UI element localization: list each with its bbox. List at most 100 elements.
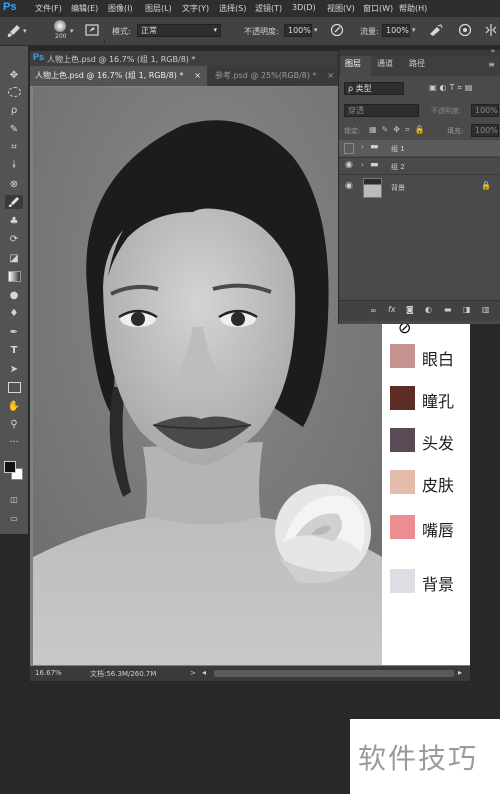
tab-layers[interactable]: 图层 — [345, 58, 361, 69]
screen-mode-icon[interactable]: ▭ — [5, 511, 23, 525]
folder-icon[interactable]: ▬ — [444, 305, 452, 314]
menu-3d[interactable]: 3D(D) — [292, 3, 316, 12]
brush-tool-icon[interactable] — [6, 23, 22, 39]
opacity-dropdown-arrow[interactable]: ▾ — [314, 26, 318, 34]
close-icon[interactable]: × — [194, 66, 201, 86]
swatch-background[interactable] — [390, 569, 415, 593]
panel-menu-icon[interactable]: ≡ — [488, 60, 495, 69]
swatch-hair[interactable] — [390, 428, 415, 452]
opacity-field[interactable]: 100% — [284, 24, 312, 37]
collapse-icon[interactable]: » — [491, 47, 495, 55]
menu-view[interactable]: 视图(V) — [327, 3, 355, 14]
clone-stamp-tool-icon[interactable]: ♣ — [5, 214, 23, 228]
airbrush-icon[interactable] — [428, 23, 444, 37]
crop-tool-icon[interactable]: ⌗ — [5, 140, 23, 154]
foreground-color-swatch[interactable] — [4, 461, 16, 473]
tab-active-document[interactable]: 人物上色.psd @ 16.7% (组 1, RGB/8) * × — [30, 66, 207, 86]
quick-mask-icon[interactable]: ◫ — [5, 492, 23, 506]
adjustment-icon[interactable]: ◐ — [425, 305, 432, 314]
rectangle-tool-icon[interactable] — [5, 380, 23, 394]
swatch-skin[interactable] — [390, 470, 415, 494]
quick-select-tool-icon[interactable]: ✎ — [5, 122, 23, 136]
menu-file[interactable]: 文件(F) — [35, 3, 62, 14]
swatch-pupil[interactable] — [390, 386, 415, 410]
new-layer-icon[interactable]: ◨ — [463, 305, 471, 314]
fx-icon[interactable]: fx — [388, 305, 396, 314]
mode-select[interactable]: 正常 ▾ — [137, 24, 221, 37]
flow-field[interactable]: 100% — [382, 24, 410, 37]
layer-name: 组 1 — [391, 145, 405, 153]
layers-footer: ∞ fx ◙ ◐ ▬ ◨ ▥ — [339, 300, 500, 321]
tab-reference-document[interactable]: 参考.psd @ 25%(RGB/8) * × — [210, 66, 338, 86]
menu-select[interactable]: 选择(S) — [219, 3, 246, 14]
lasso-tool-icon[interactable]: ρ — [5, 103, 23, 117]
scroll-left-icon[interactable]: ◂ — [202, 668, 206, 677]
visibility-toggle-off[interactable] — [344, 143, 354, 154]
swatch-label: 瞳孔 — [422, 392, 455, 411]
pressure-size-icon[interactable] — [458, 23, 472, 37]
swatch-eye-white[interactable] — [390, 344, 415, 368]
tab-channels[interactable]: 通道 — [377, 58, 393, 69]
symmetry-icon[interactable] — [484, 23, 498, 37]
layer-name: 组 2 — [391, 163, 405, 171]
tab-paths[interactable]: 路径 — [409, 58, 425, 69]
brush-dropdown-arrow[interactable]: ▾ — [70, 27, 74, 35]
move-tool-icon[interactable]: ✥ — [5, 68, 23, 82]
close-icon[interactable]: × — [327, 66, 334, 86]
swatch-lips[interactable] — [390, 515, 415, 539]
link-icon[interactable]: ∞ — [370, 306, 377, 315]
horizontal-scrollbar[interactable] — [214, 670, 454, 677]
zoom-tool-icon[interactable]: ⚲ — [5, 417, 23, 431]
pen-tool-icon[interactable]: ✒ — [5, 325, 23, 339]
layer-row-group-2[interactable]: ◉ › ▬ 组 2 — [339, 157, 500, 174]
pressure-opacity-icon[interactable] — [330, 23, 344, 37]
layer-filter-select[interactable]: ρ 类型 — [344, 82, 404, 95]
menu-edit[interactable]: 编辑(E) — [71, 3, 98, 14]
expand-arrow-icon[interactable]: › — [361, 143, 364, 151]
eye-icon[interactable]: ◉ — [345, 181, 353, 191]
gradient-tool-icon[interactable] — [5, 269, 23, 283]
blend-mode-value: 穿透 — [348, 106, 364, 115]
brush-tool-icon-active[interactable] — [5, 195, 23, 209]
blend-mode-select[interactable]: 穿透 — [344, 104, 419, 117]
eraser-tool-icon[interactable]: ◪ — [5, 251, 23, 265]
eyedropper-tool-icon[interactable]: ɨ — [5, 158, 23, 172]
expand-arrow-icon[interactable]: › — [361, 161, 364, 169]
mask-icon[interactable]: ◙ — [406, 305, 414, 314]
layer-row-background[interactable]: ◉ 背景 🔒 — [339, 174, 500, 199]
scroll-right-icon[interactable]: ▸ — [458, 668, 462, 677]
layer-opacity-field[interactable]: 100% — [471, 104, 499, 117]
menu-type[interactable]: 文字(Y) — [182, 3, 209, 14]
menu-filter[interactable]: 滤镜(T) — [255, 3, 282, 14]
document-size: 文档:56.3M/260.7M — [90, 670, 157, 678]
menu-help[interactable]: 帮助(H) — [399, 3, 427, 14]
zoom-level[interactable]: 16.67% — [35, 669, 62, 677]
menu-window[interactable]: 窗口(W) — [363, 3, 393, 14]
layers-panel: » 图层 通道 路径 ≡ ρ 类型 ▣◐T⌗▤ 穿透 不透明度: 100% 锁定… — [338, 47, 500, 324]
layer-row-group-1[interactable]: › ▬ 组 1 — [339, 140, 500, 156]
flow-dropdown-arrow[interactable]: ▾ — [412, 26, 416, 34]
history-brush-tool-icon[interactable]: ⟳ — [5, 232, 23, 246]
brush-preview-icon[interactable] — [54, 20, 66, 32]
portrait-photo[interactable] — [33, 87, 382, 665]
fill-field[interactable]: 100% — [471, 124, 499, 137]
filter-value: ρ 类型 — [348, 84, 372, 93]
lock-icons[interactable]: ▦✎✥⌗🔒 — [369, 125, 429, 135]
menu-image[interactable]: 图像(I) — [108, 3, 133, 14]
path-selection-tool-icon[interactable]: ➤ — [5, 362, 23, 376]
status-menu-arrow[interactable]: > — [190, 669, 196, 677]
trash-icon[interactable]: ▥ — [482, 305, 490, 314]
dodge-tool-icon[interactable]: ♦ — [5, 306, 23, 320]
marquee-tool-icon[interactable] — [5, 85, 23, 99]
filter-icons[interactable]: ▣◐T⌗▤ — [429, 83, 476, 93]
hand-tool-icon[interactable]: ✋ — [5, 399, 23, 413]
preset-dropdown-arrow[interactable]: ▾ — [23, 27, 27, 35]
menu-layer[interactable]: 图层(L) — [145, 3, 172, 14]
type-tool-icon[interactable]: T — [5, 343, 23, 357]
chevron-down-icon: ▾ — [213, 26, 217, 34]
more-tools-icon[interactable]: ··· — [5, 435, 23, 449]
brush-panel-icon[interactable] — [85, 23, 99, 37]
blur-tool-icon[interactable]: ● — [5, 288, 23, 302]
healing-brush-tool-icon[interactable]: ⊗ — [5, 177, 23, 191]
eye-icon[interactable]: ◉ — [345, 160, 353, 170]
